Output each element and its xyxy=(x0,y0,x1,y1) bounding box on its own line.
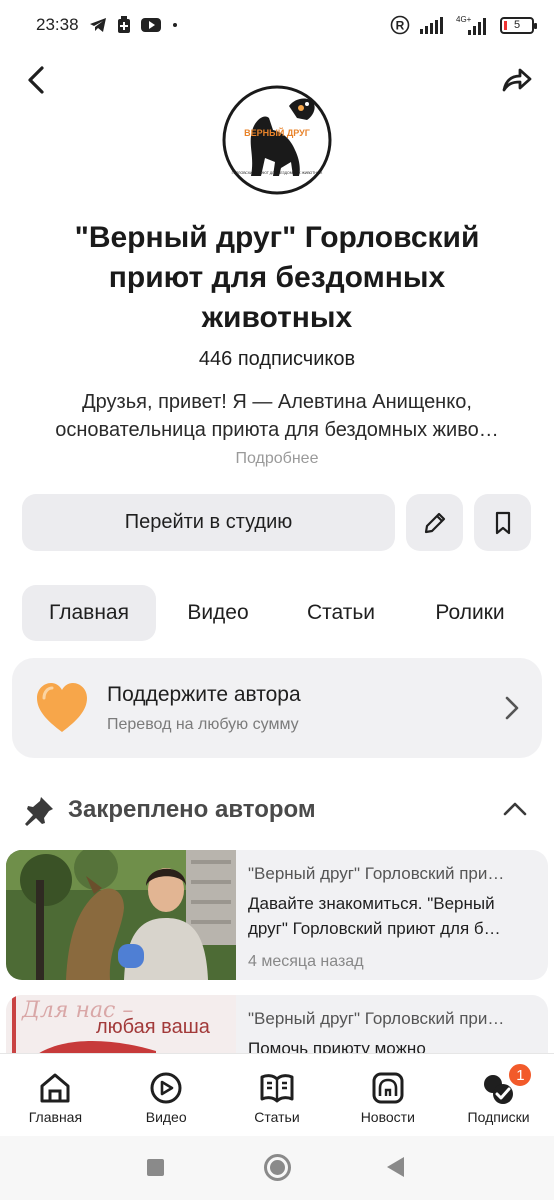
clock: 23:38 xyxy=(36,15,79,34)
battery-icon: 5 xyxy=(500,16,537,34)
chevron-right-icon xyxy=(504,695,520,721)
pinned-article-card[interactable]: "Верный друг" Горловский при… Давайте зн… xyxy=(6,850,548,980)
article-thumbnail xyxy=(6,850,236,980)
pinned-section-header: Закреплено автором xyxy=(22,790,532,830)
tab-video[interactable]: Видео xyxy=(156,585,280,641)
bookmark-icon xyxy=(495,511,510,534)
nav-label: Новости xyxy=(360,1109,415,1125)
status-bar: 23:38 R 4G+ 5 xyxy=(0,0,554,50)
chevron-up-icon[interactable] xyxy=(502,798,528,820)
description-line: Друзья, привет! Я — Алевтина Анищенко, xyxy=(82,391,472,413)
back-button[interactable] xyxy=(22,62,52,98)
articles-icon xyxy=(260,1074,294,1103)
system-navigation-bar xyxy=(0,1136,554,1200)
recents-button[interactable] xyxy=(147,1159,164,1176)
tab-articles[interactable]: Статьи xyxy=(280,585,402,641)
app-notification-icon xyxy=(117,16,131,34)
nav-home[interactable]: Главная xyxy=(0,1054,111,1135)
description-line: основательница приюта для бездомных живо… xyxy=(55,419,499,441)
pin-icon xyxy=(22,794,56,828)
pencil-icon xyxy=(424,512,445,533)
channel-description[interactable]: Друзья, привет! Я — Алевтина Анищенко, о… xyxy=(18,388,536,444)
article-title: Давайте знакомиться. "Верный друг" Горло… xyxy=(248,894,501,938)
article-info: "Верный друг" Горловский при… Давайте зн… xyxy=(248,862,538,971)
nav-video[interactable]: Видео xyxy=(111,1054,222,1135)
youtube-icon xyxy=(140,17,161,33)
video-icon xyxy=(150,1072,182,1104)
tab-shorts[interactable]: Ролики xyxy=(402,585,538,641)
thumbnail-text: любая ваша xyxy=(96,1016,211,1038)
action-buttons: Перейти в студию xyxy=(22,494,532,551)
logo-text: ВЕРНЫЙ ДРУГ xyxy=(244,127,310,138)
article-channel: "Верный друг" Горловский при… xyxy=(248,864,505,883)
telegram-icon xyxy=(89,17,107,33)
nav-label: Главная xyxy=(28,1109,83,1125)
nav-label: Статьи xyxy=(254,1109,300,1125)
registered-icon: R xyxy=(390,15,410,35)
share-button[interactable] xyxy=(498,62,534,98)
studio-button[interactable]: Перейти в студию xyxy=(22,494,395,551)
bookmark-button[interactable] xyxy=(474,494,531,551)
nav-subscriptions[interactable]: Подписки 1 xyxy=(443,1054,554,1135)
heart-icon xyxy=(34,680,90,736)
support-author-card[interactable]: Поддержите автора Перевод на любую сумму xyxy=(12,658,542,758)
nav-label: Видео xyxy=(145,1109,187,1125)
logo-caption: ГОРЛОВСКИЙ ПРИЮТ ДЛЯ БЕЗДОМНЫХ ЖИВОТНЫХ xyxy=(232,171,323,175)
signal-icon xyxy=(420,16,446,34)
back-nav-button[interactable] xyxy=(387,1157,404,1177)
support-title: Поддержите автора xyxy=(107,683,301,706)
edit-button[interactable] xyxy=(406,494,463,551)
channel-logo: ВЕРНЫЙ ДРУГ ГОРЛОВСКИЙ ПРИЮТ ДЛЯ БЕЗДОМН… xyxy=(221,84,333,196)
nav-news[interactable]: Новости xyxy=(332,1054,443,1135)
signal-4g-icon: 4G+ xyxy=(456,14,490,36)
home-icon xyxy=(40,1073,70,1103)
news-icon xyxy=(372,1072,404,1104)
svg-text:R: R xyxy=(396,19,405,33)
more-link[interactable]: Подробнее xyxy=(0,450,554,468)
dot-icon xyxy=(171,21,179,29)
article-channel: "Верный друг" Горловский при… xyxy=(248,1009,505,1028)
article-time: 4 месяца назад xyxy=(248,953,364,970)
nav-label: Подписки xyxy=(467,1109,530,1125)
share-icon xyxy=(502,68,532,92)
notification-badge: 1 xyxy=(507,1062,534,1088)
channel-tabs: Главная Видео Статьи Ролики xyxy=(22,585,542,641)
network-label: 4G+ xyxy=(456,15,472,24)
chevron-left-icon xyxy=(28,66,44,94)
support-subtitle: Перевод на любую сумму xyxy=(107,716,299,733)
subscribers-count: 446 подписчиков xyxy=(198,348,356,370)
nav-articles[interactable]: Статьи xyxy=(222,1054,333,1135)
pinned-title: Закреплено автором xyxy=(68,796,316,823)
bottom-navigation: Главная Видео Статьи Новости Подписки 1 xyxy=(0,1053,554,1135)
home-button[interactable] xyxy=(264,1154,291,1181)
channel-title: "Верный друг" Горловский приют для бездо… xyxy=(74,221,480,334)
tab-main[interactable]: Главная xyxy=(22,585,156,641)
